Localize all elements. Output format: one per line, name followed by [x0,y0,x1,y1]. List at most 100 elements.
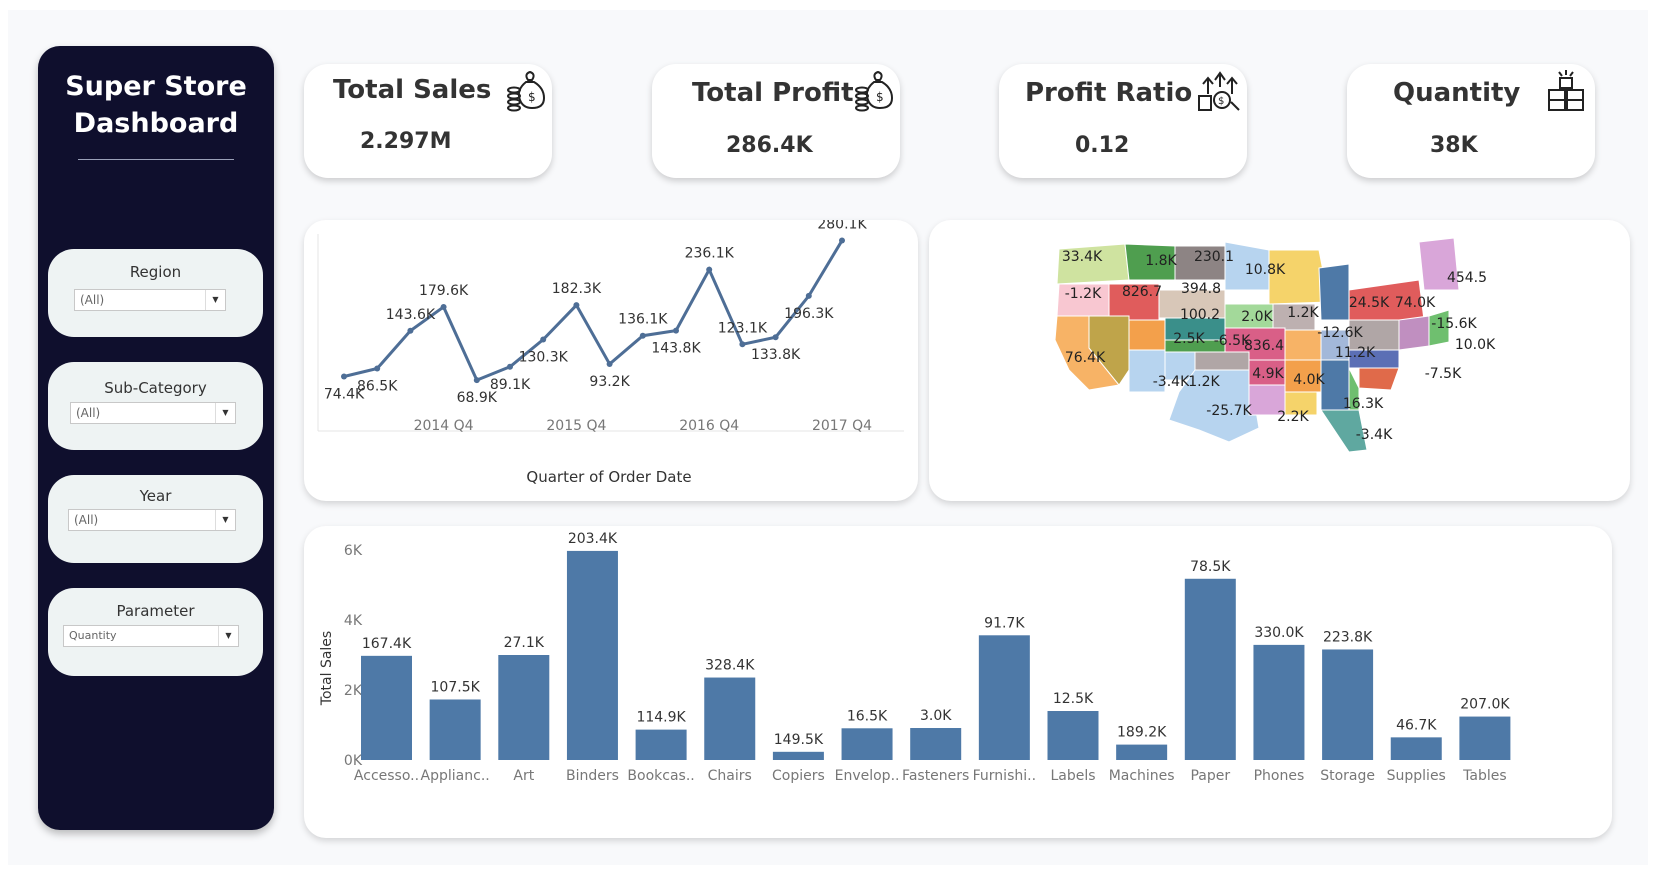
bar[interactable] [1322,649,1374,760]
x-tick-label: 2015 Q4 [546,418,606,434]
x-tick-label: Storage [1320,768,1375,784]
bar[interactable] [1116,744,1168,760]
line-chart-panel: 2014 Q4 2015 Q4 2016 Q4 2017 Q4 74.4K 86.5K 1… [304,217,918,501]
line-point[interactable] [839,237,845,244]
bar[interactable] [1047,711,1099,760]
bar[interactable] [1184,578,1236,760]
bar[interactable] [978,635,1030,760]
map-state-label: -15.6K [1431,316,1477,332]
x-tick-label: Tables [1462,768,1507,784]
kpi-card-total-profit: Total Profit 286.4K $ [652,64,900,178]
map-state-label: -12.6K [1317,325,1363,341]
sidebar: Super Store Dashboard Region (All) ▼ Sub… [38,46,274,830]
x-tick-label: Applianc.. [421,768,490,784]
line-data-label: 89.1K [490,377,531,393]
parameter-select[interactable]: Quantity ▼ [63,625,239,647]
line-data-label: 280.1K [817,220,867,233]
bar-chart-panel: Total Sales 0K 2K 4K 6K 167.4K 107.5K 27.1K 20… [304,526,1612,838]
line-point[interactable] [772,334,779,341]
kpi-title: Quantity [1393,78,1521,108]
line-point[interactable] [440,303,447,310]
map-state [1398,315,1430,351]
x-tick-label: Binders [566,768,619,784]
kpi-value: 2.297M [360,129,452,154]
bar[interactable] [841,728,893,760]
line-point[interactable] [507,363,513,370]
map-state-label: 394.8 [1181,281,1221,297]
bar-data-label: 12.5K [1053,691,1094,707]
bar-data-label: 78.5K [1190,559,1231,575]
bar[interactable] [429,699,481,760]
sales-trend-line-chart: 2014 Q4 2015 Q4 2016 Q4 2017 Q4 74.4K86.5K1… [317,217,904,486]
map-state [1128,319,1166,351]
x-axis-title: Quarter of Order Date [526,468,691,486]
x-tick-label: Labels [1050,768,1095,784]
bar-data-label: 107.5K [431,679,481,695]
parameter-select-value: Quantity [69,629,117,642]
line-point[interactable] [374,365,381,372]
line-data-label: 143.6K [386,307,436,323]
bar[interactable] [498,655,550,760]
title-divider [78,159,234,160]
map-state-label: 4.9K [1252,366,1284,382]
line-point[interactable] [805,292,812,299]
chevron-down-icon: ▼ [218,626,238,646]
x-tick-label: Paper [1190,768,1230,784]
kpi-title: Total Profit [692,78,854,108]
bar[interactable] [772,751,824,760]
line-data-label: 123.1K [718,320,768,336]
line-point[interactable] [639,332,646,339]
x-tick-label: 2017 Q4 [812,418,872,434]
line-data-label: 196.3K [784,306,834,322]
y-tick-label: 2K [344,683,363,699]
line-point[interactable] [673,327,679,334]
region-select[interactable]: (All) ▼ [74,289,226,311]
line-point[interactable] [606,361,613,368]
kpi-title: Total Sales [333,75,492,105]
line-point[interactable] [473,377,480,384]
map-state-label: 4.0K [1293,372,1325,388]
bar-data-label: 46.7K [1396,717,1437,733]
bar-data-label: 27.1K [504,635,545,651]
line-point[interactable] [341,373,347,380]
bar[interactable] [910,728,962,760]
bar-data-label: 3.0K [920,708,952,724]
kpi-title: Profit Ratio [1025,78,1193,108]
bar[interactable] [704,677,756,760]
bar[interactable] [566,550,618,760]
bar[interactable] [1390,737,1442,760]
subcategory-select[interactable]: (All) ▼ [70,402,236,424]
x-tick-label: Phones [1254,768,1305,784]
bar-data-label: 189.2K [1117,725,1167,741]
map-state-label: 1.8K [1145,253,1177,269]
bar[interactable] [361,655,412,760]
y-axis-title: Total Sales [319,631,335,706]
subcategory-filter-label: Sub-Category [104,379,207,397]
chevron-down-icon: ▼ [215,403,235,423]
bar[interactable] [635,729,687,760]
kpi-value: 286.4K [726,133,813,158]
parameter-filter-label: Parameter [116,602,195,620]
parameter-filter-card: Parameter Quantity ▼ [48,588,263,676]
bar[interactable] [1459,716,1511,760]
dashboard-title: Super Store Dashboard [38,68,274,142]
map-state-label: 1.2K [1287,305,1319,321]
map-state-label: 454.5 [1447,270,1487,286]
line-point[interactable] [739,341,746,348]
bar-data-label: 207.0K [1460,697,1510,713]
line-point[interactable] [573,302,580,309]
map-state-label: 2.2K [1277,409,1309,425]
region-filter-label: Region [129,263,182,281]
line-point[interactable] [407,327,414,334]
chevron-down-icon: ▼ [205,290,225,310]
year-select[interactable]: (All) ▼ [68,509,236,531]
title-line-1: Super Store [65,71,247,102]
map-panel: 33.4K 1.8K 230.1 10.8K -1.2K 826.7 394.8 454.5 1… [929,220,1630,501]
map-state [1194,351,1250,371]
x-tick-label: Accesso.. [354,768,419,784]
line-point[interactable] [706,266,713,273]
kpi-value: 0.12 [1075,133,1130,158]
svg-text:$: $ [876,90,884,104]
bar[interactable] [1253,644,1305,760]
line-point[interactable] [540,336,547,343]
